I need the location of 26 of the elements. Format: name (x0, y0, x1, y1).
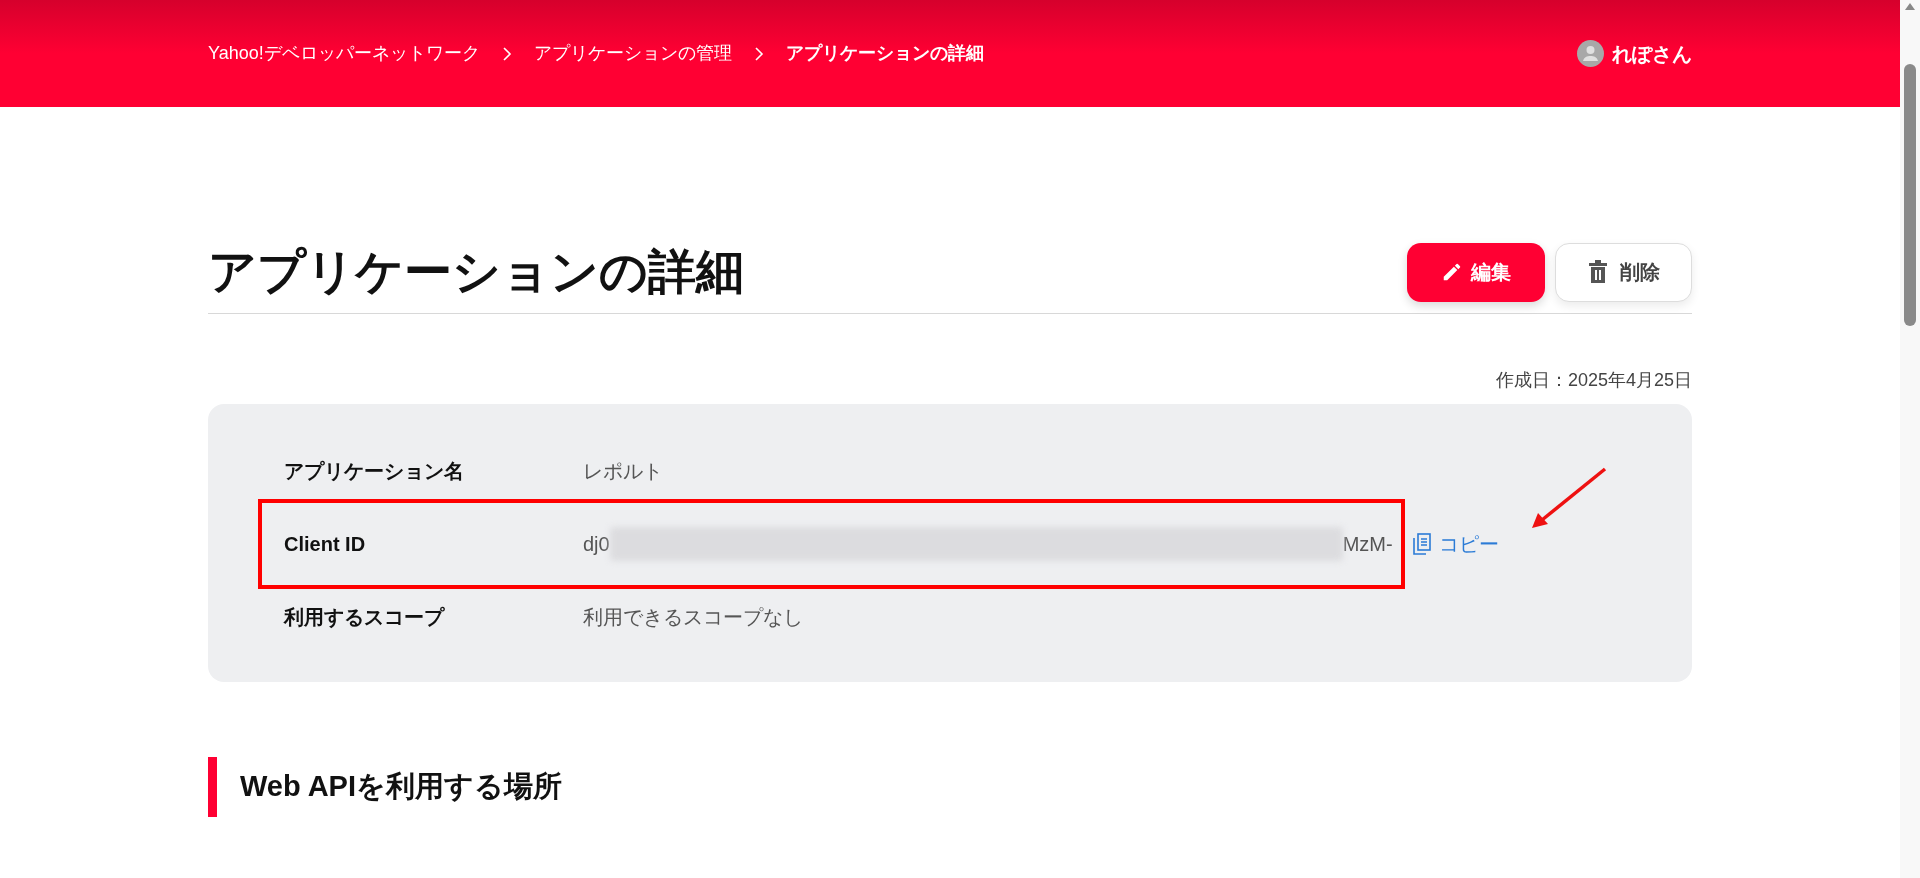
trash-icon (1587, 260, 1608, 284)
edit-button[interactable]: 編集 (1407, 242, 1545, 302)
breadcrumb-link[interactable]: アプリケーションの管理 (533, 40, 732, 67)
field-label: Client ID (284, 532, 367, 557)
copy-button[interactable]: コピー (1412, 529, 1499, 559)
field-value: レポルト (583, 459, 663, 484)
pencil-icon (1441, 261, 1463, 283)
section-accent-bar (208, 757, 217, 817)
field-value: dj0 (583, 532, 610, 557)
user-name[interactable]: れぽさん (1612, 38, 1692, 69)
field-value: 利用できるスコープなし (583, 605, 803, 630)
breadcrumb-link[interactable]: アプリケーションの詳細 (785, 40, 984, 67)
delete-button[interactable]: 削除 (1555, 242, 1692, 302)
field-value-end: MzM- (1342, 532, 1393, 557)
scrollbar-thumb[interactable] (1904, 64, 1916, 326)
scroll-up-icon[interactable] (1904, 2, 1916, 12)
avatar-icon (1577, 40, 1604, 67)
chevron-icon (753, 46, 764, 61)
section-heading: Web APIを利用する場所 (240, 769, 562, 805)
field-label: アプリケーション名 (284, 459, 465, 484)
chevron-icon (501, 46, 512, 61)
breadcrumb-link[interactable]: Yahoo!デベロッパーネットワーク (208, 40, 480, 67)
field-label: 利用するスコープ (284, 605, 446, 630)
copy-icon (1412, 533, 1431, 555)
page-title: アプリケーションの詳細 (208, 244, 744, 300)
created-date: 作成日：2025年4月25日 (1495, 369, 1692, 392)
